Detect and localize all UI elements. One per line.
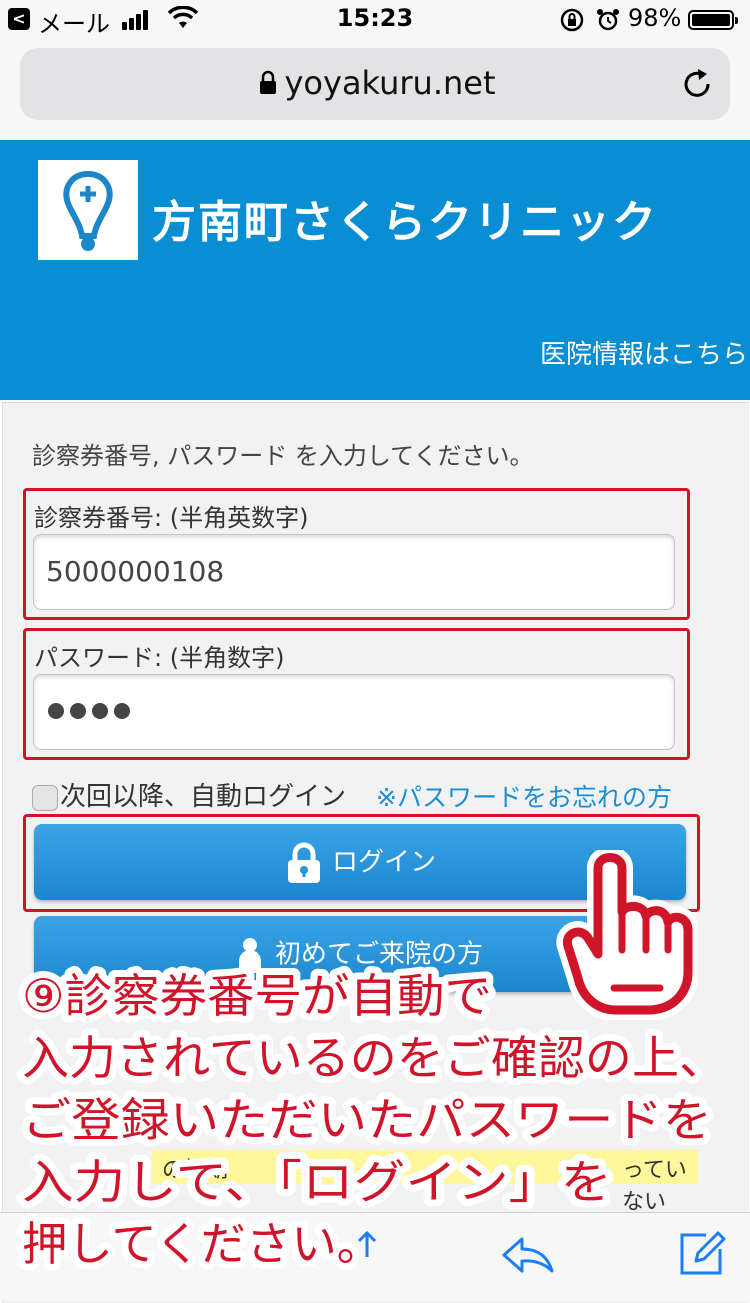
annotation-line: 押してください。	[22, 1217, 382, 1271]
login-instructions: 診察券番号, パスワード を入力してください。	[32, 442, 534, 470]
annotation-line: ご登録いただいたパスワードを	[22, 1093, 712, 1147]
clinic-logo	[38, 160, 138, 260]
forgot-password-link[interactable]: ※パスワードをお忘れの方	[376, 778, 672, 814]
auto-login-label: 次回以降、自動ログイン	[60, 782, 347, 812]
annotation-line: ⑨診察券番号が自動で	[22, 969, 492, 1023]
lightbulb-icon	[63, 170, 113, 251]
url-text[interactable]: yoyakuru.net	[20, 64, 730, 102]
clinic-name: 方南町さくらクリニック	[152, 197, 658, 248]
battery-icon	[688, 10, 738, 30]
auto-login-checkbox[interactable]	[32, 784, 58, 811]
status-bar: < メール 15:23 98%	[0, 0, 750, 40]
clinic-info-link[interactable]: 医院情報はこちら	[540, 334, 748, 371]
address-bar[interactable]: yoyakuru.net	[20, 48, 730, 120]
highlight-password	[23, 628, 690, 760]
battery-percent: 98%	[628, 4, 682, 32]
annotation-line: 入力して、「ログイン」を	[22, 1155, 612, 1209]
alarm-icon	[596, 8, 620, 36]
browser-toolbar: yoyakuru.net	[0, 40, 750, 141]
rotation-lock-icon	[560, 8, 584, 36]
clinic-header: 方南町さくらクリニック 医院情報はこちら	[0, 140, 750, 400]
auto-login-option[interactable]: 次回以降、自動ログイン	[32, 776, 346, 813]
highlight-card-number	[23, 488, 690, 620]
annotation-line: 入力されているのをご確認の上、	[22, 1031, 726, 1085]
instruction-annotation: ⑨診察券番号が自動で ⑨診察券番号が自動で 入力されているのをご確認の上、 入力されて…	[0, 950, 750, 1290]
reload-icon[interactable]	[680, 66, 714, 106]
